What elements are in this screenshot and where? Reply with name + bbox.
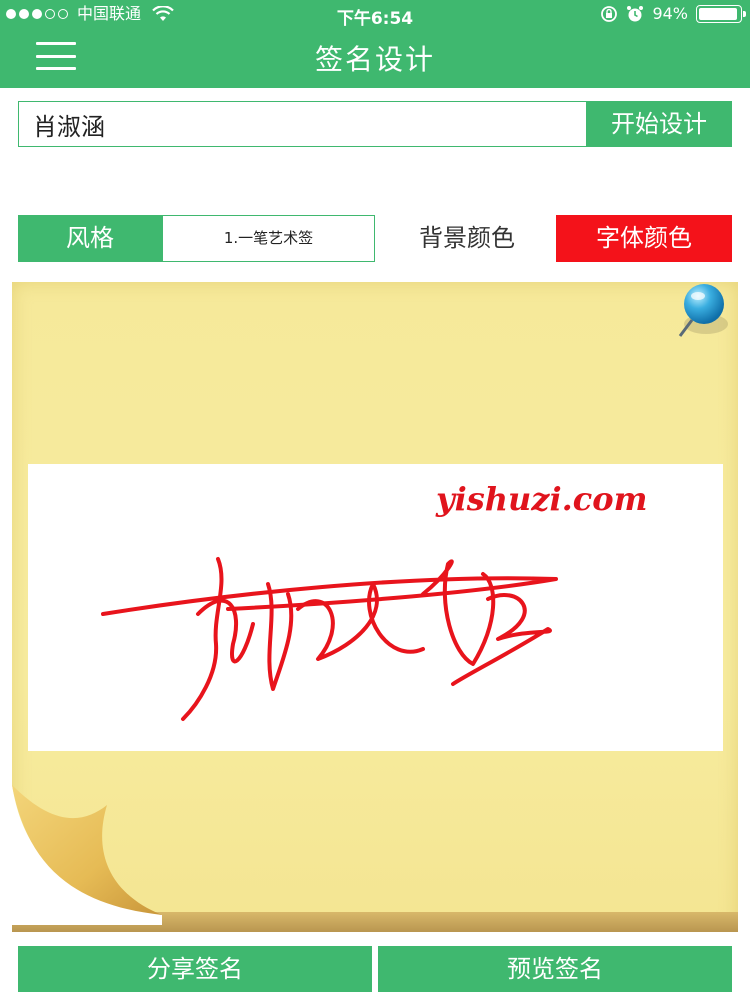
- preview-signature-button[interactable]: 预览签名: [378, 946, 732, 992]
- font-color-button[interactable]: 字体颜色: [556, 215, 732, 262]
- style-select[interactable]: 1.一笔艺术签: [162, 215, 375, 262]
- battery-icon: [696, 4, 746, 23]
- watermark-text: yishuzi.com: [436, 480, 648, 518]
- battery-level: [699, 7, 737, 20]
- status-bar: 中国联通 下午6:54 94%: [0, 0, 750, 30]
- background-color-button[interactable]: 背景颜色: [392, 215, 542, 262]
- share-signature-button[interactable]: 分享签名: [18, 946, 372, 992]
- start-design-button[interactable]: 开始设计: [586, 101, 732, 147]
- top-bar: 中国联通 下午6:54 94% 签名设计: [0, 0, 750, 88]
- rotation-lock-icon: [601, 5, 618, 22]
- status-right: 94%: [600, 4, 746, 23]
- page-curl-icon: [12, 785, 162, 925]
- battery-percent: 94%: [652, 4, 688, 23]
- name-input[interactable]: [18, 101, 586, 147]
- style-label: 风格: [18, 215, 162, 262]
- page-title: 签名设计: [314, 43, 435, 76]
- alarm-icon: [627, 5, 644, 21]
- push-pin-icon: [678, 284, 728, 337]
